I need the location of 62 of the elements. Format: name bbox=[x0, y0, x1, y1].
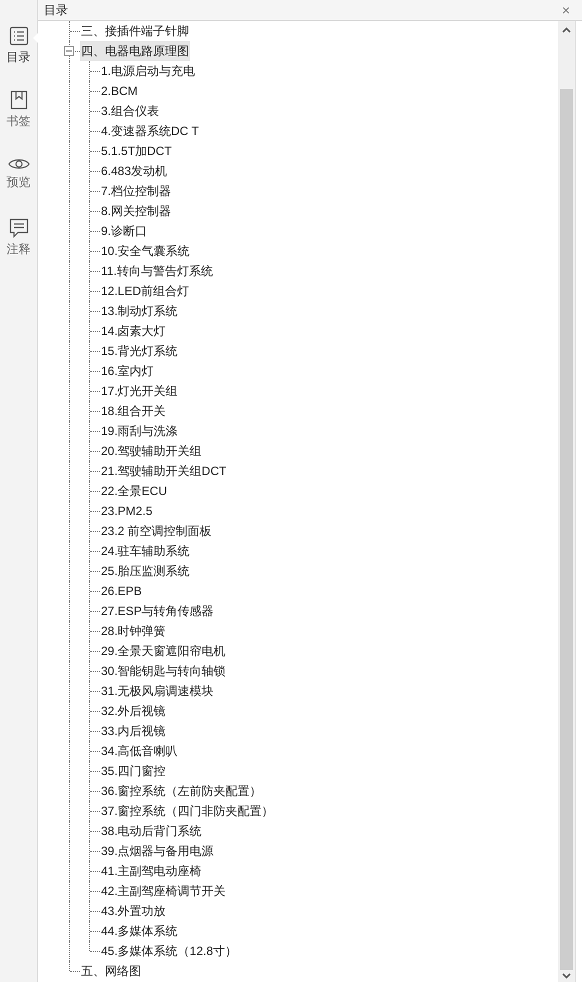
outline-item[interactable]: 43.外置功放 bbox=[100, 901, 167, 921]
rail-tab[interactable]: 书签 bbox=[0, 84, 38, 134]
outline-item[interactable]: 32.外后视镜 bbox=[100, 701, 167, 721]
outline-item[interactable]: 23.2 前空调控制面板 bbox=[100, 521, 213, 541]
outline-item[interactable]: 37.窗控系统（四门非防夹配置） bbox=[100, 801, 275, 821]
outline-item[interactable]: 12.LED前组合灯 bbox=[100, 281, 190, 301]
outline-item[interactable]: 31.无极风扇调速模块 bbox=[100, 681, 215, 701]
outline-item[interactable]: 34.高低音喇叭 bbox=[100, 741, 179, 761]
eye-icon bbox=[8, 157, 30, 171]
outline-item[interactable]: 1.电源启动与充电 bbox=[100, 61, 196, 81]
outline-item[interactable]: 8.网关控制器 bbox=[100, 201, 172, 221]
outline-item[interactable]: 6.483发动机 bbox=[100, 161, 168, 181]
outline-item[interactable]: 30.智能钥匙与转向轴锁 bbox=[100, 661, 227, 681]
outline-item[interactable]: 25.胎压监测系统 bbox=[100, 561, 191, 581]
outline-item[interactable]: 14.卤素大灯 bbox=[100, 321, 167, 341]
outline-item[interactable]: 28.时钟弹簧 bbox=[100, 621, 167, 641]
outline-item[interactable]: 10.安全气囊系统 bbox=[100, 241, 191, 261]
scroll-down-icon[interactable] bbox=[562, 973, 571, 979]
outline-item[interactable]: 23.PM2.5 bbox=[100, 501, 154, 521]
rail-tab[interactable]: 预览 bbox=[0, 148, 38, 198]
outline-item[interactable]: 38.电动后背门系统 bbox=[100, 821, 203, 841]
bookmark-icon bbox=[8, 90, 28, 110]
outline-item[interactable]: 29.全景天窗遮阳帘电机 bbox=[100, 641, 227, 661]
outline-item[interactable]: 27.ESP与转角传感器 bbox=[100, 601, 215, 621]
outline-item[interactable]: 三、接插件端子针脚 bbox=[80, 21, 190, 41]
outline-item[interactable]: 35.四门窗控 bbox=[100, 761, 167, 781]
scroll-up-icon[interactable] bbox=[562, 27, 571, 33]
outline-item[interactable]: 39.点烟器与备用电源 bbox=[100, 841, 215, 861]
outline-item[interactable]: 13.制动灯系统 bbox=[100, 301, 179, 321]
outline-item[interactable]: 16.室内灯 bbox=[100, 361, 155, 381]
outline-item[interactable]: 17.灯光开关组 bbox=[100, 381, 179, 401]
outline-item[interactable]: 18.组合开关 bbox=[100, 401, 167, 421]
rail-tab[interactable]: 目录 bbox=[0, 20, 38, 70]
outline-item[interactable]: 四、电器电路原理图 bbox=[80, 41, 190, 61]
comment-icon bbox=[8, 218, 28, 238]
outline-item[interactable]: 19.雨刮与洗涤 bbox=[100, 421, 179, 441]
outline-item[interactable]: 41.主副驾电动座椅 bbox=[100, 861, 203, 881]
outline-item[interactable]: 45.多媒体系统（12.8寸） bbox=[100, 941, 238, 961]
outline-item[interactable]: 5.1.5T加DCT bbox=[100, 141, 173, 161]
outline-item[interactable]: 2.BCM bbox=[100, 81, 139, 101]
outline-item[interactable]: 11.转向与警告灯系统 bbox=[100, 261, 214, 281]
outline-item[interactable]: 20.驾驶辅助开关组 bbox=[100, 441, 203, 461]
list-icon bbox=[8, 26, 28, 46]
outline-item[interactable]: 五、网络图 bbox=[80, 961, 142, 981]
panel-title: 目录 bbox=[44, 2, 68, 19]
outline-item[interactable]: 44.多媒体系统 bbox=[100, 921, 179, 941]
outline-item[interactable]: 42.主副驾座椅调节开关 bbox=[100, 881, 227, 901]
outline-item[interactable]: 7.档位控制器 bbox=[100, 181, 172, 201]
outline-item[interactable]: 36.窗控系统（左前防夹配置） bbox=[100, 781, 263, 801]
collapse-toggle[interactable] bbox=[64, 46, 74, 56]
outline-item[interactable]: 9.诊断口 bbox=[100, 221, 148, 241]
outline-item[interactable]: 15.背光灯系统 bbox=[100, 341, 179, 361]
outline-item[interactable]: 24.驻车辅助系统 bbox=[100, 541, 191, 561]
outline-item[interactable]: 33.内后视镜 bbox=[100, 721, 167, 741]
outline-item[interactable]: 26.EPB bbox=[100, 581, 143, 601]
outline-item[interactable]: 21.驾驶辅助开关组DCT bbox=[100, 461, 228, 481]
outline-item[interactable]: 22.全景ECU bbox=[100, 481, 168, 501]
rail-tab[interactable]: 注释 bbox=[0, 212, 38, 262]
outline-item[interactable]: 3.组合仪表 bbox=[100, 101, 160, 121]
minus-icon bbox=[66, 48, 72, 54]
outline-item[interactable]: 4.变速器系统DC T bbox=[100, 121, 200, 141]
close-button[interactable]: × bbox=[562, 3, 570, 17]
